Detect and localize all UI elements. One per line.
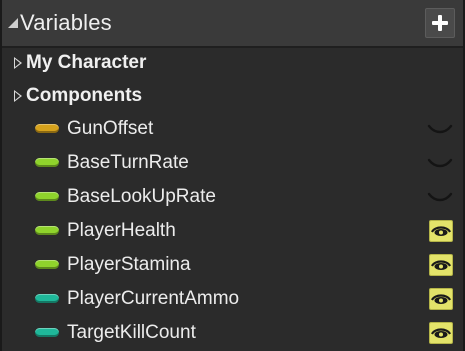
variable-type-pill-icon bbox=[35, 158, 59, 167]
variable-name: PlayerHealth bbox=[67, 219, 176, 241]
variable-type-pill-icon bbox=[35, 226, 59, 235]
variable-row[interactable]: GunOffset bbox=[2, 112, 463, 145]
variable-row[interactable]: PlayerCurrentAmmo bbox=[2, 282, 463, 315]
eye-open-icon[interactable] bbox=[429, 321, 453, 344]
eye-closed-icon[interactable] bbox=[427, 190, 453, 204]
variable-name: GunOffset bbox=[67, 117, 154, 139]
category-label: My Character bbox=[26, 52, 147, 73]
category-my-character[interactable]: My Character bbox=[2, 48, 463, 78]
category-components[interactable]: Components bbox=[2, 81, 463, 111]
category-label: Components bbox=[26, 85, 143, 106]
variables-panel: Variables My Character Components GunOff… bbox=[0, 0, 465, 351]
plus-icon bbox=[432, 15, 448, 31]
variable-name: PlayerStamina bbox=[67, 253, 191, 275]
collapse-arrow-icon[interactable] bbox=[8, 18, 18, 28]
variable-type-pill-icon bbox=[35, 328, 59, 337]
expand-arrow-icon[interactable] bbox=[14, 57, 22, 69]
variable-row[interactable]: PlayerHealth bbox=[2, 214, 463, 247]
variable-name: BaseLookUpRate bbox=[67, 185, 216, 207]
variable-row[interactable]: PlayerStamina bbox=[2, 248, 463, 281]
variable-type-pill-icon bbox=[35, 260, 59, 269]
add-variable-button[interactable] bbox=[425, 8, 455, 38]
variables-header[interactable]: Variables bbox=[2, 0, 463, 48]
panel-title: Variables bbox=[20, 10, 112, 35]
eye-open-icon[interactable] bbox=[429, 287, 453, 310]
variable-name: BaseTurnRate bbox=[67, 151, 189, 173]
eye-open-icon[interactable] bbox=[429, 219, 453, 242]
variable-name: TargetKillCount bbox=[67, 321, 196, 343]
expand-arrow-icon[interactable] bbox=[14, 90, 22, 102]
variable-type-pill-icon bbox=[35, 294, 59, 303]
eye-closed-icon[interactable] bbox=[427, 156, 453, 170]
variable-row[interactable]: BaseTurnRate bbox=[2, 146, 463, 179]
eye-closed-icon[interactable] bbox=[427, 122, 453, 136]
variable-row[interactable]: TargetKillCount bbox=[2, 316, 463, 349]
variable-type-pill-icon bbox=[35, 192, 59, 201]
variable-name: PlayerCurrentAmmo bbox=[67, 287, 240, 309]
variable-type-pill-icon bbox=[35, 124, 59, 133]
eye-open-icon[interactable] bbox=[429, 253, 453, 276]
variable-row[interactable]: BaseLookUpRate bbox=[2, 180, 463, 213]
